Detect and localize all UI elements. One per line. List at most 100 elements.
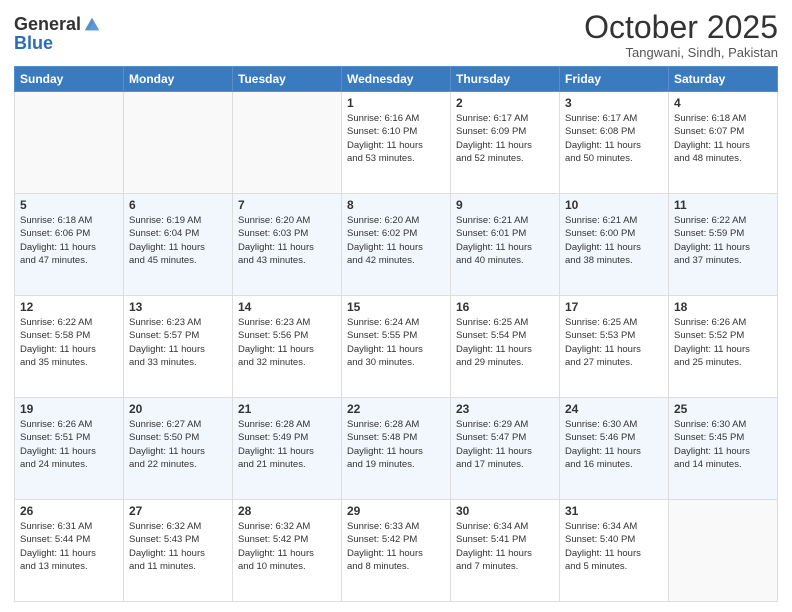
header-friday: Friday	[560, 67, 669, 92]
header-thursday: Thursday	[451, 67, 560, 92]
table-row: 2Sunrise: 6:17 AM Sunset: 6:09 PM Daylig…	[451, 92, 560, 194]
table-row: 15 Sunrise: 6:24 AM Sunset: 5:55 PM Dayli…	[342, 296, 451, 398]
day-info: Sunrise: 6:21 AM Sunset: 6:01 PM Dayligh…	[456, 214, 554, 267]
day-number: 11	[674, 198, 772, 212]
day-number: 30	[456, 504, 554, 518]
table-row: 19 Sunrise: 6:26 AM Sunset: 5:51 PM Dayli…	[15, 398, 124, 500]
day-number: 14	[238, 300, 336, 314]
day-info: Sunrise: 6:26 AM Sunset: 5:51 PM Dayligh…	[20, 418, 118, 471]
day-number: 8	[347, 198, 445, 212]
table-row: 10 Sunrise: 6:21 AM Sunset: 6:00 PM Dayli…	[560, 194, 669, 296]
day-info: Sunrise: 6:18 AM Sunset: 6:06 PM Dayligh…	[20, 214, 118, 267]
table-row: 26Sunrise: 6:31 AM Sunset: 5:44 PM Dayli…	[15, 500, 124, 602]
table-row: 22 Sunrise: 6:28 AM Sunset: 5:48 PM Dayli…	[342, 398, 451, 500]
day-info: Sunrise: 6:34 AM Sunset: 5:41 PM Dayligh…	[456, 520, 554, 573]
day-number: 15	[347, 300, 445, 314]
table-row: 14Sunrise: 6:23 AM Sunset: 5:56 PM Dayli…	[233, 296, 342, 398]
table-row	[15, 92, 124, 194]
table-row: 7Sunrise: 6:20 AM Sunset: 6:03 PM Daylig…	[233, 194, 342, 296]
day-info: Sunrise: 6:27 AM Sunset: 5:50 PM Dayligh…	[129, 418, 227, 471]
day-info: Sunrise: 6:23 AM Sunset: 5:57 PM Dayligh…	[129, 316, 227, 369]
day-number: 1	[347, 96, 445, 110]
table-row: 24 Sunrise: 6:30 AM Sunset: 5:46 PM Dayli…	[560, 398, 669, 500]
day-info: Sunrise: 6:26 AM Sunset: 5:52 PM Dayligh…	[674, 316, 772, 369]
day-number: 5	[20, 198, 118, 212]
day-number: 4	[674, 96, 772, 110]
calendar-week-row: 5 Sunrise: 6:18 AM Sunset: 6:06 PM Daylig…	[15, 194, 778, 296]
day-info: Sunrise: 6:22 AM Sunset: 5:59 PM Dayligh…	[674, 214, 772, 267]
logo-blue-text: Blue	[14, 34, 101, 52]
day-info: Sunrise: 6:32 AM Sunset: 5:42 PM Dayligh…	[238, 520, 336, 573]
day-info: Sunrise: 6:16 AM Sunset: 6:10 PM Dayligh…	[347, 112, 445, 165]
day-number: 13	[129, 300, 227, 314]
table-row: 6 Sunrise: 6:19 AM Sunset: 6:04 PM Daylig…	[124, 194, 233, 296]
day-info: Sunrise: 6:30 AM Sunset: 5:46 PM Dayligh…	[565, 418, 663, 471]
day-info: Sunrise: 6:17 AM Sunset: 6:09 PM Dayligh…	[456, 112, 554, 165]
day-info: Sunrise: 6:25 AM Sunset: 5:54 PM Dayligh…	[456, 316, 554, 369]
day-number: 22	[347, 402, 445, 416]
day-info: Sunrise: 6:21 AM Sunset: 6:00 PM Dayligh…	[565, 214, 663, 267]
title-section: October 2025 Tangwani, Sindh, Pakistan	[584, 10, 778, 60]
header-monday: Monday	[124, 67, 233, 92]
day-info: Sunrise: 6:34 AM Sunset: 5:40 PM Dayligh…	[565, 520, 663, 573]
day-number: 21	[238, 402, 336, 416]
month-title: October 2025	[584, 10, 778, 45]
table-row	[233, 92, 342, 194]
day-number: 16	[456, 300, 554, 314]
table-row: 9Sunrise: 6:21 AM Sunset: 6:01 PM Daylig…	[451, 194, 560, 296]
table-row: 30 Sunrise: 6:34 AM Sunset: 5:41 PM Dayli…	[451, 500, 560, 602]
header: General Blue October 2025 Tangwani, Sind…	[14, 10, 778, 60]
day-number: 25	[674, 402, 772, 416]
day-info: Sunrise: 6:18 AM Sunset: 6:07 PM Dayligh…	[674, 112, 772, 165]
table-row: 31 Sunrise: 6:34 AM Sunset: 5:40 PM Dayli…	[560, 500, 669, 602]
day-number: 29	[347, 504, 445, 518]
day-number: 23	[456, 402, 554, 416]
day-number: 3	[565, 96, 663, 110]
day-number: 20	[129, 402, 227, 416]
header-sunday: Sunday	[15, 67, 124, 92]
calendar-header-row: Sunday Monday Tuesday Wednesday Thursday…	[15, 67, 778, 92]
table-row: 16 Sunrise: 6:25 AM Sunset: 5:54 PM Dayli…	[451, 296, 560, 398]
day-info: Sunrise: 6:19 AM Sunset: 6:04 PM Dayligh…	[129, 214, 227, 267]
calendar-week-row: 1 Sunrise: 6:16 AM Sunset: 6:10 PM Daylig…	[15, 92, 778, 194]
day-number: 10	[565, 198, 663, 212]
table-row: 29 Sunrise: 6:33 AM Sunset: 5:42 PM Dayli…	[342, 500, 451, 602]
table-row: 28 Sunrise: 6:32 AM Sunset: 5:42 PM Dayli…	[233, 500, 342, 602]
day-number: 18	[674, 300, 772, 314]
table-row: 3 Sunrise: 6:17 AM Sunset: 6:08 PM Daylig…	[560, 92, 669, 194]
header-saturday: Saturday	[669, 67, 778, 92]
table-row: 17 Sunrise: 6:25 AM Sunset: 5:53 PM Dayli…	[560, 296, 669, 398]
day-number: 28	[238, 504, 336, 518]
location-text: Tangwani, Sindh, Pakistan	[584, 45, 778, 60]
day-info: Sunrise: 6:24 AM Sunset: 5:55 PM Dayligh…	[347, 316, 445, 369]
day-number: 19	[20, 402, 118, 416]
day-number: 27	[129, 504, 227, 518]
day-info: Sunrise: 6:20 AM Sunset: 6:03 PM Dayligh…	[238, 214, 336, 267]
table-row: 8 Sunrise: 6:20 AM Sunset: 6:02 PM Daylig…	[342, 194, 451, 296]
calendar-week-row: 26Sunrise: 6:31 AM Sunset: 5:44 PM Dayli…	[15, 500, 778, 602]
table-row: 4 Sunrise: 6:18 AM Sunset: 6:07 PM Daylig…	[669, 92, 778, 194]
table-row	[124, 92, 233, 194]
table-row: 1 Sunrise: 6:16 AM Sunset: 6:10 PM Daylig…	[342, 92, 451, 194]
logo-general-text: General	[14, 15, 81, 33]
day-info: Sunrise: 6:33 AM Sunset: 5:42 PM Dayligh…	[347, 520, 445, 573]
day-info: Sunrise: 6:25 AM Sunset: 5:53 PM Dayligh…	[565, 316, 663, 369]
day-info: Sunrise: 6:28 AM Sunset: 5:48 PM Dayligh…	[347, 418, 445, 471]
day-info: Sunrise: 6:31 AM Sunset: 5:44 PM Dayligh…	[20, 520, 118, 573]
day-number: 24	[565, 402, 663, 416]
day-info: Sunrise: 6:28 AM Sunset: 5:49 PM Dayligh…	[238, 418, 336, 471]
day-info: Sunrise: 6:29 AM Sunset: 5:47 PM Dayligh…	[456, 418, 554, 471]
day-info: Sunrise: 6:32 AM Sunset: 5:43 PM Dayligh…	[129, 520, 227, 573]
day-number: 31	[565, 504, 663, 518]
day-info: Sunrise: 6:17 AM Sunset: 6:08 PM Dayligh…	[565, 112, 663, 165]
table-row: 21 Sunrise: 6:28 AM Sunset: 5:49 PM Dayli…	[233, 398, 342, 500]
table-row: 23 Sunrise: 6:29 AM Sunset: 5:47 PM Dayli…	[451, 398, 560, 500]
logo-icon	[83, 16, 101, 34]
table-row: 13 Sunrise: 6:23 AM Sunset: 5:57 PM Dayli…	[124, 296, 233, 398]
calendar-table: Sunday Monday Tuesday Wednesday Thursday…	[14, 66, 778, 602]
table-row: 27 Sunrise: 6:32 AM Sunset: 5:43 PM Dayli…	[124, 500, 233, 602]
header-tuesday: Tuesday	[233, 67, 342, 92]
day-number: 6	[129, 198, 227, 212]
day-info: Sunrise: 6:20 AM Sunset: 6:02 PM Dayligh…	[347, 214, 445, 267]
day-number: 17	[565, 300, 663, 314]
